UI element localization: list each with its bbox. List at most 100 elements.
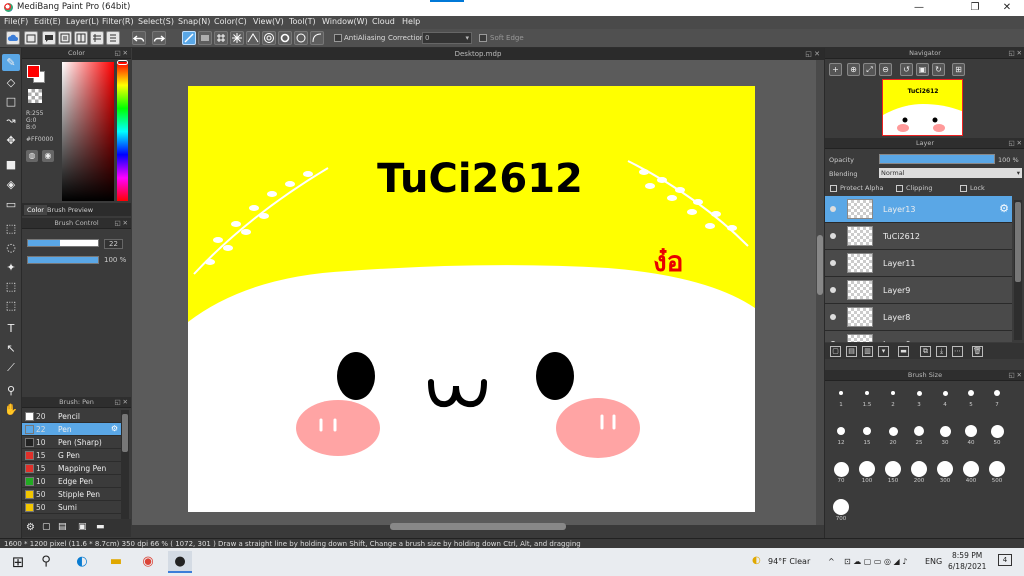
- text-tool-icon[interactable]: T: [2, 320, 20, 337]
- edge-browser-icon[interactable]: ◐: [70, 551, 94, 573]
- brush-item[interactable]: 50 Sumi: [22, 501, 121, 514]
- brush-size-option[interactable]: 50: [985, 422, 1009, 446]
- redo-icon[interactable]: [152, 31, 166, 45]
- protect-alpha-checkbox[interactable]: [830, 185, 837, 192]
- concentric-snap-icon[interactable]: [262, 31, 276, 45]
- gear-snap-icon[interactable]: [278, 31, 292, 45]
- tray-chevron-icon[interactable]: ^: [828, 557, 835, 566]
- eyedropper-color-icon[interactable]: ◉: [42, 150, 54, 162]
- panel-close-icon[interactable]: ◱ ✕: [114, 218, 128, 229]
- scroll-thumb[interactable]: [1015, 202, 1021, 282]
- gradient-tool-icon[interactable]: ▭: [2, 196, 20, 213]
- dot-tool-icon[interactable]: ↝: [2, 112, 20, 129]
- brush-size-option[interactable]: 30: [933, 422, 957, 446]
- menu-snap[interactable]: Snap(N): [178, 17, 210, 26]
- eye-icon[interactable]: [830, 206, 836, 212]
- layer-row[interactable]: Layer11: [825, 250, 1012, 277]
- file-explorer-icon[interactable]: ▬: [104, 551, 128, 573]
- layer-row[interactable]: Layer8: [825, 304, 1012, 331]
- soft-edge-checkbox[interactable]: [479, 34, 487, 42]
- parallel-snap-icon[interactable]: [198, 31, 212, 45]
- menu-view[interactable]: View(V): [253, 17, 284, 26]
- brush-size-option[interactable]: 700: [829, 498, 853, 522]
- layer-row[interactable]: Layer13 ⚙: [825, 196, 1012, 223]
- lock-checkbox[interactable]: [960, 185, 967, 192]
- gear-icon[interactable]: ⚙: [999, 202, 1009, 215]
- brush-size-option[interactable]: 25: [907, 422, 931, 446]
- layer-row[interactable]: Layer6: [825, 331, 1012, 342]
- brush-tool-icon[interactable]: ✎: [2, 54, 20, 71]
- brush-size-value[interactable]: 22: [104, 239, 123, 249]
- medibang-taskbar-icon[interactable]: ●: [168, 551, 192, 573]
- menu-layer[interactable]: Layer(L): [66, 17, 99, 26]
- eye-icon[interactable]: [830, 260, 836, 266]
- brush-size-option[interactable]: 40: [959, 422, 983, 446]
- magic-wand-icon[interactable]: ✦: [2, 259, 20, 276]
- brush-size-option[interactable]: 20: [881, 422, 905, 446]
- select-pen-icon[interactable]: ⬚: [2, 278, 20, 295]
- brush-size-option[interactable]: 100: [855, 460, 879, 484]
- brush-list-scrollbar[interactable]: [121, 410, 129, 520]
- fill-rect-icon[interactable]: ■: [2, 156, 20, 173]
- tray-app-icons[interactable]: ⊡ ☁ ▢ ▭ ◎ ◢ ♪: [844, 557, 907, 566]
- rotate-left-icon[interactable]: ↺: [900, 63, 913, 76]
- brush-item[interactable]: 15 G Pen: [22, 449, 121, 462]
- brush-item[interactable]: 10 Edge Pen: [22, 475, 121, 488]
- cloud-icon[interactable]: [6, 31, 20, 45]
- brush-folder-icon[interactable]: ▬: [96, 522, 105, 532]
- cross-snap-icon[interactable]: [214, 31, 228, 45]
- brush-size-option[interactable]: 12: [829, 422, 853, 446]
- brush-size-option[interactable]: 500: [985, 460, 1009, 484]
- eraser-tool-icon[interactable]: ◇: [2, 74, 20, 91]
- panel-close-icon[interactable]: ◱ ✕: [1008, 138, 1022, 149]
- layer-menu-icon[interactable]: ▾: [878, 346, 889, 357]
- layout-icon[interactable]: [74, 31, 88, 45]
- foreground-color-swatch[interactable]: [27, 65, 40, 78]
- new-halftone-layer-icon[interactable]: ▤: [846, 346, 857, 357]
- hue-slider[interactable]: [117, 62, 128, 201]
- brush-size-option[interactable]: 400: [959, 460, 983, 484]
- divide-tool-icon[interactable]: ⟋: [2, 359, 20, 376]
- delete-layer-icon[interactable]: 🗑: [972, 346, 983, 357]
- zoom-in-2-icon[interactable]: ⊕: [847, 63, 860, 76]
- brush-size-option[interactable]: 4: [933, 384, 957, 408]
- brush-settings-icon[interactable]: ⚙: [26, 522, 35, 533]
- layer-folder-icon[interactable]: ▬: [898, 346, 909, 357]
- maximize-button[interactable]: ❐: [960, 0, 990, 16]
- brush-size-option[interactable]: 2: [881, 384, 905, 408]
- panel-close-icon[interactable]: ◱ ✕: [805, 48, 820, 60]
- correction-select[interactable]: 0 ▾: [422, 32, 472, 44]
- menu-file[interactable]: File(F): [4, 17, 28, 26]
- brush-size-option[interactable]: 300: [933, 460, 957, 484]
- grid-panel-icon[interactable]: [90, 31, 104, 45]
- brush-size-option[interactable]: 15: [855, 422, 879, 446]
- fit-screen-icon[interactable]: ▣: [916, 63, 929, 76]
- select-rect-icon[interactable]: ⬚: [2, 220, 20, 237]
- menu-cloud[interactable]: Cloud: [372, 17, 395, 26]
- circle-snap-icon[interactable]: [294, 31, 308, 45]
- panel-close-icon[interactable]: ◱ ✕: [1008, 370, 1022, 381]
- menu-window[interactable]: Window(W): [322, 17, 368, 26]
- brush-size-option[interactable]: 1.5: [855, 384, 879, 408]
- notification-icon[interactable]: 4: [998, 554, 1012, 566]
- document-tab[interactable]: Desktop.mdp: [455, 50, 502, 58]
- language-indicator[interactable]: ENG: [925, 557, 942, 566]
- hue-handle[interactable]: [117, 60, 128, 65]
- weather-icon[interactable]: ◐: [752, 555, 761, 566]
- list-panel-icon[interactable]: [106, 31, 120, 45]
- blending-select[interactable]: Normal ▾: [879, 168, 1022, 178]
- operation-tool-icon[interactable]: ↖: [2, 340, 20, 357]
- perspective-snap-icon[interactable]: [246, 31, 260, 45]
- delete-brush-icon[interactable]: ▣: [78, 522, 87, 532]
- shape-tool-icon[interactable]: □: [2, 93, 20, 110]
- fit-icon[interactable]: ⤢: [863, 63, 876, 76]
- lasso-tool-icon[interactable]: ◌: [2, 239, 20, 256]
- brush-item[interactable]: 22 Pen ⚙: [22, 423, 121, 436]
- panel-close-icon[interactable]: ◱ ✕: [114, 48, 128, 59]
- brush-size-option[interactable]: 200: [907, 460, 931, 484]
- drawing-canvas[interactable]: TuCi2612 ง๋อ: [188, 86, 755, 512]
- minimize-button[interactable]: —: [904, 0, 934, 16]
- brush-size-option[interactable]: 150: [881, 460, 905, 484]
- gear-icon[interactable]: ⚙: [111, 424, 118, 433]
- clock-time[interactable]: 8:59 PM: [952, 551, 982, 560]
